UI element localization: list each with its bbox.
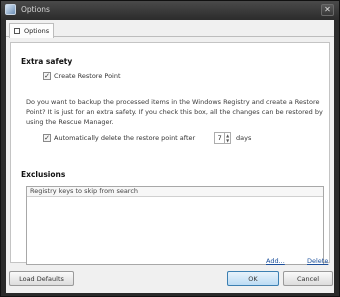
title-bar[interactable]: Options ✕	[1, 1, 339, 19]
tab-label: Options	[24, 27, 50, 35]
extra-safety-description: Do you want to backup the processed item…	[26, 98, 323, 126]
delete-exclusion-link[interactable]: Delete	[307, 257, 328, 265]
auto-delete-checkbox[interactable]: ✓	[43, 134, 51, 142]
options-window: Options ✕ Options Extra safety ✓ Create …	[0, 0, 340, 297]
ok-button[interactable]: OK	[227, 271, 279, 286]
dialog-client: Options Extra safety ✓ Create Restore Po…	[6, 20, 334, 293]
load-defaults-button[interactable]: Load Defaults	[9, 271, 74, 286]
options-tab-icon	[14, 28, 20, 34]
app-icon	[5, 4, 16, 15]
create-restore-point-label: Create Restore Point	[54, 72, 121, 80]
cancel-button[interactable]: Cancel	[283, 271, 333, 286]
extra-safety-heading: Extra safety	[21, 57, 73, 66]
exclusions-column-header[interactable]: Registry keys to skip from search	[27, 187, 323, 197]
days-value: 7	[217, 134, 222, 142]
create-restore-point-checkbox[interactable]: ✓	[43, 72, 51, 80]
window-title: Options	[21, 5, 50, 14]
tab-options[interactable]: Options	[9, 23, 54, 38]
options-panel: Extra safety ✓ Create Restore Point Do y…	[10, 42, 330, 265]
exclusions-list[interactable]: Registry keys to skip from search	[26, 186, 324, 265]
auto-delete-label: Automatically delete the restore point a…	[54, 134, 196, 142]
exclusions-heading: Exclusions	[21, 170, 66, 179]
add-exclusion-link[interactable]: Add...	[266, 257, 285, 265]
days-stepper[interactable]: 7 ▲ ▼	[214, 132, 231, 144]
close-icon: ✕	[324, 5, 331, 14]
spin-down-icon[interactable]: ▼	[225, 138, 230, 143]
tab-strip: Options	[6, 20, 334, 38]
close-button[interactable]: ✕	[321, 4, 334, 16]
days-unit-label: days	[236, 134, 252, 142]
